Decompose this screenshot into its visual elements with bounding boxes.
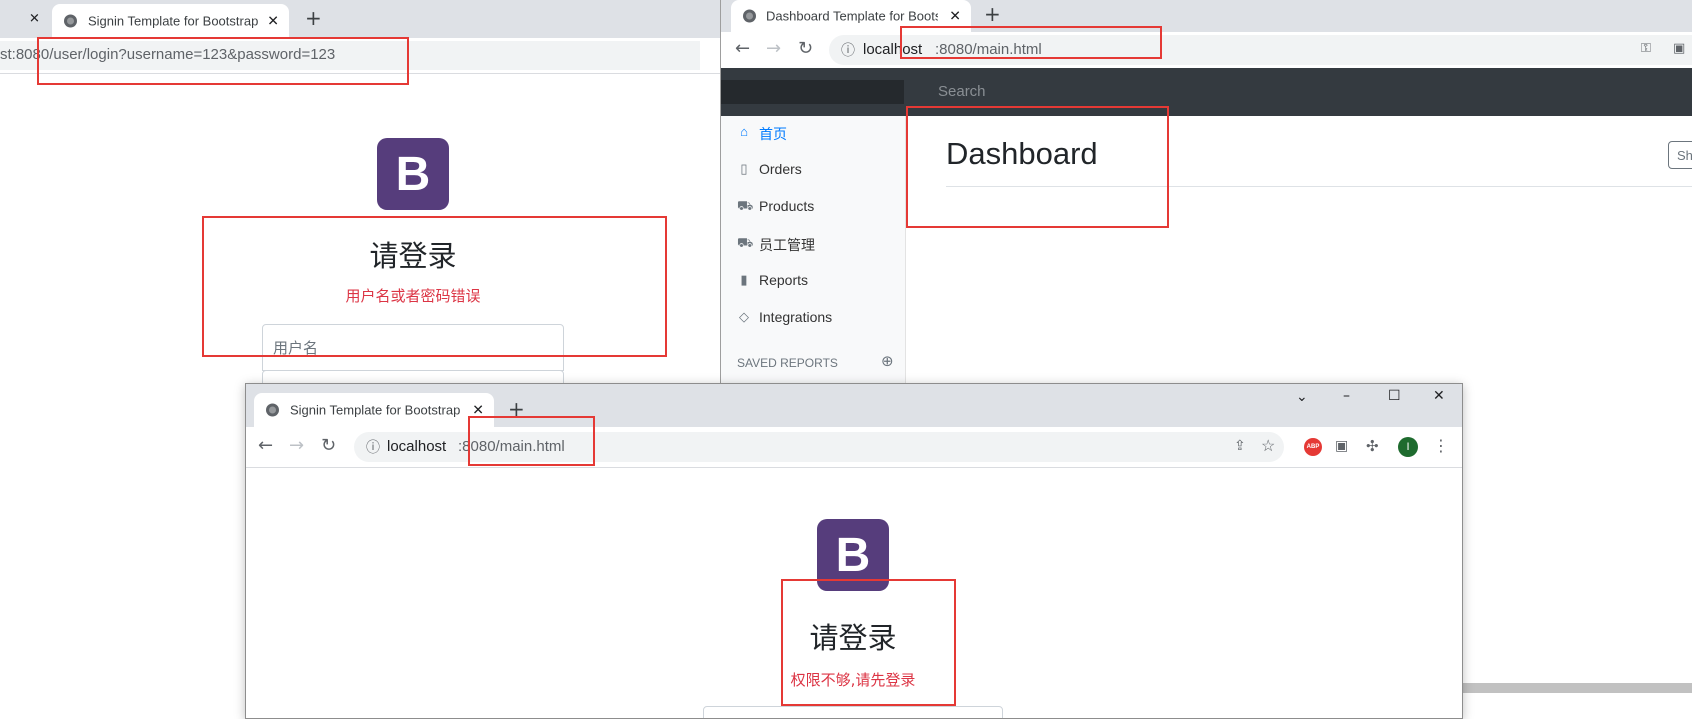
globe-icon <box>743 9 756 23</box>
new-tab-icon[interactable]: + <box>508 397 525 421</box>
sidebar-item-home[interactable]: ⌂ 首页 <box>721 116 904 150</box>
address-bar[interactable]: st:8080/user/login?username=123&password… <box>0 41 700 70</box>
page-title: Dashboard <box>946 136 1098 171</box>
tab-strip: Dashboard Template for Bootstrap ✕ + <box>721 0 1692 32</box>
tab-close-icon[interactable]: ✕ <box>472 402 484 419</box>
bootstrap-logo: B <box>377 138 449 210</box>
back-icon[interactable]: ← <box>258 435 273 456</box>
bar-chart-icon: ▮ <box>740 272 748 287</box>
username-input[interactable] <box>703 706 1003 718</box>
layers-icon: ◇ <box>739 309 749 324</box>
tab-title: Dashboard Template for Bootstrap <box>766 8 938 24</box>
sidebar-item-label: 员工管理 <box>759 237 815 253</box>
toolbar: ← → ↻ ⓘ localhost :8080/main.html ⚿ ▣ <box>721 32 1692 68</box>
share-button[interactable]: Sha <box>1668 141 1692 169</box>
sidebar-item-employees[interactable]: ⛟ 员工管理 <box>721 227 904 261</box>
signin-heading: 请登录 <box>369 239 457 273</box>
sidebar-item-orders[interactable]: ▯ Orders <box>721 153 904 187</box>
puzzle-icon[interactable]: ✣ <box>1366 437 1379 455</box>
sidebar-item-label: Reports <box>759 272 809 288</box>
address-text: st:8080/user/login?username=123&password… <box>0 46 336 63</box>
address-host: localhost <box>863 41 923 58</box>
extension-icon[interactable]: ▣ <box>1335 438 1348 454</box>
cart-icon: ⛟ <box>737 235 754 250</box>
reload-icon[interactable]: ↻ <box>798 38 813 59</box>
tab-search-icon[interactable]: ⌄ <box>1296 389 1308 405</box>
toolbar: ← → ↻ ⓘ localhost :8080/main.html ⇪ ☆ AB… <box>246 427 1462 468</box>
toolbar: st:8080/user/login?username=123&password… <box>0 38 720 74</box>
sidebar-item-label: Products <box>759 198 815 214</box>
bootstrap-logo: B <box>817 519 889 591</box>
info-icon: ⓘ <box>841 42 855 58</box>
back-icon[interactable]: ← <box>735 38 750 59</box>
address-path: :8080/main.html <box>458 438 565 455</box>
minimize-icon[interactable]: – <box>1343 388 1350 404</box>
bookmark-star-icon[interactable]: ☆ <box>1261 436 1275 456</box>
sidebar-item-label: Integrations <box>759 309 833 325</box>
tab-signin[interactable]: Signin Template for Bootstrap ✕ <box>254 393 494 427</box>
tab-title: Signin Template for Bootstrap <box>88 13 259 29</box>
close-window-icon[interactable]: ✕ <box>1433 388 1445 404</box>
navbar-brand <box>721 80 904 104</box>
signin-heading: 请登录 <box>809 621 897 655</box>
permission-error-message: 权限不够,请先登录 <box>790 671 916 689</box>
browser-window-front: Signin Template for Bootstrap ✕ + ⌄ – ☐ … <box>245 383 1463 719</box>
globe-icon <box>266 403 279 417</box>
login-error-message: 用户名或者密码错误 <box>345 287 481 305</box>
translate-icon[interactable]: ▣ <box>1673 41 1685 56</box>
sidebar-item-label: Orders <box>759 161 802 177</box>
maximize-icon[interactable]: ☐ <box>1388 388 1401 404</box>
tab-strip: ✕ Signin Template for Bootstrap ✕ + <box>0 0 720 38</box>
cart-icon: ⛟ <box>737 198 754 213</box>
sidebar-item-reports[interactable]: ▮ Reports <box>721 264 904 298</box>
forward-icon[interactable]: → <box>766 38 781 59</box>
menu-icon[interactable]: ⋮ <box>1433 436 1449 455</box>
tab-close-icon[interactable]: ✕ <box>267 13 279 30</box>
prev-tab-close-icon[interactable]: ✕ <box>29 12 40 27</box>
reload-icon[interactable]: ↻ <box>321 435 336 456</box>
info-icon: ⓘ <box>366 439 380 455</box>
add-report-icon[interactable]: ⊕ <box>881 352 894 370</box>
username-input[interactable]: 用户名 <box>262 324 564 371</box>
adblock-icon[interactable]: ABP <box>1304 438 1322 456</box>
new-tab-icon[interactable]: + <box>305 6 322 30</box>
search-input[interactable]: Search <box>938 83 986 100</box>
share-icon[interactable]: ⇪ <box>1234 437 1246 454</box>
tab-dashboard[interactable]: Dashboard Template for Bootstrap ✕ <box>731 0 971 32</box>
sidebar-item-products[interactable]: ⛟ Products <box>721 190 904 224</box>
title-divider <box>946 186 1692 187</box>
tab-strip: Signin Template for Bootstrap ✕ + ⌄ – ☐ … <box>246 384 1462 427</box>
globe-icon <box>64 14 77 28</box>
file-icon: ▯ <box>740 161 748 176</box>
tab-title: Signin Template for Bootstrap <box>290 402 461 418</box>
new-tab-icon[interactable]: + <box>984 2 1001 26</box>
saved-reports-heading: SAVED REPORTS <box>737 356 838 370</box>
forward-icon[interactable]: → <box>289 435 304 456</box>
sidebar-item-integrations[interactable]: ◇ Integrations <box>721 301 904 335</box>
tab-signin[interactable]: Signin Template for Bootstrap ✕ <box>52 4 289 38</box>
home-icon: ⌂ <box>740 124 748 139</box>
address-bar[interactable]: ⓘ localhost :8080/main.html ⇪ ☆ <box>354 432 1284 462</box>
sidebar-item-label: 首页 <box>759 126 787 142</box>
profile-avatar[interactable]: I <box>1398 437 1418 457</box>
address-bar[interactable]: ⓘ localhost :8080/main.html <box>829 35 1692 65</box>
address-path: :8080/main.html <box>935 41 1042 58</box>
address-host: localhost <box>387 438 447 455</box>
tab-close-icon[interactable]: ✕ <box>949 8 961 25</box>
key-icon[interactable]: ⚿ <box>1641 41 1651 56</box>
navbar: Search <box>721 68 1692 116</box>
